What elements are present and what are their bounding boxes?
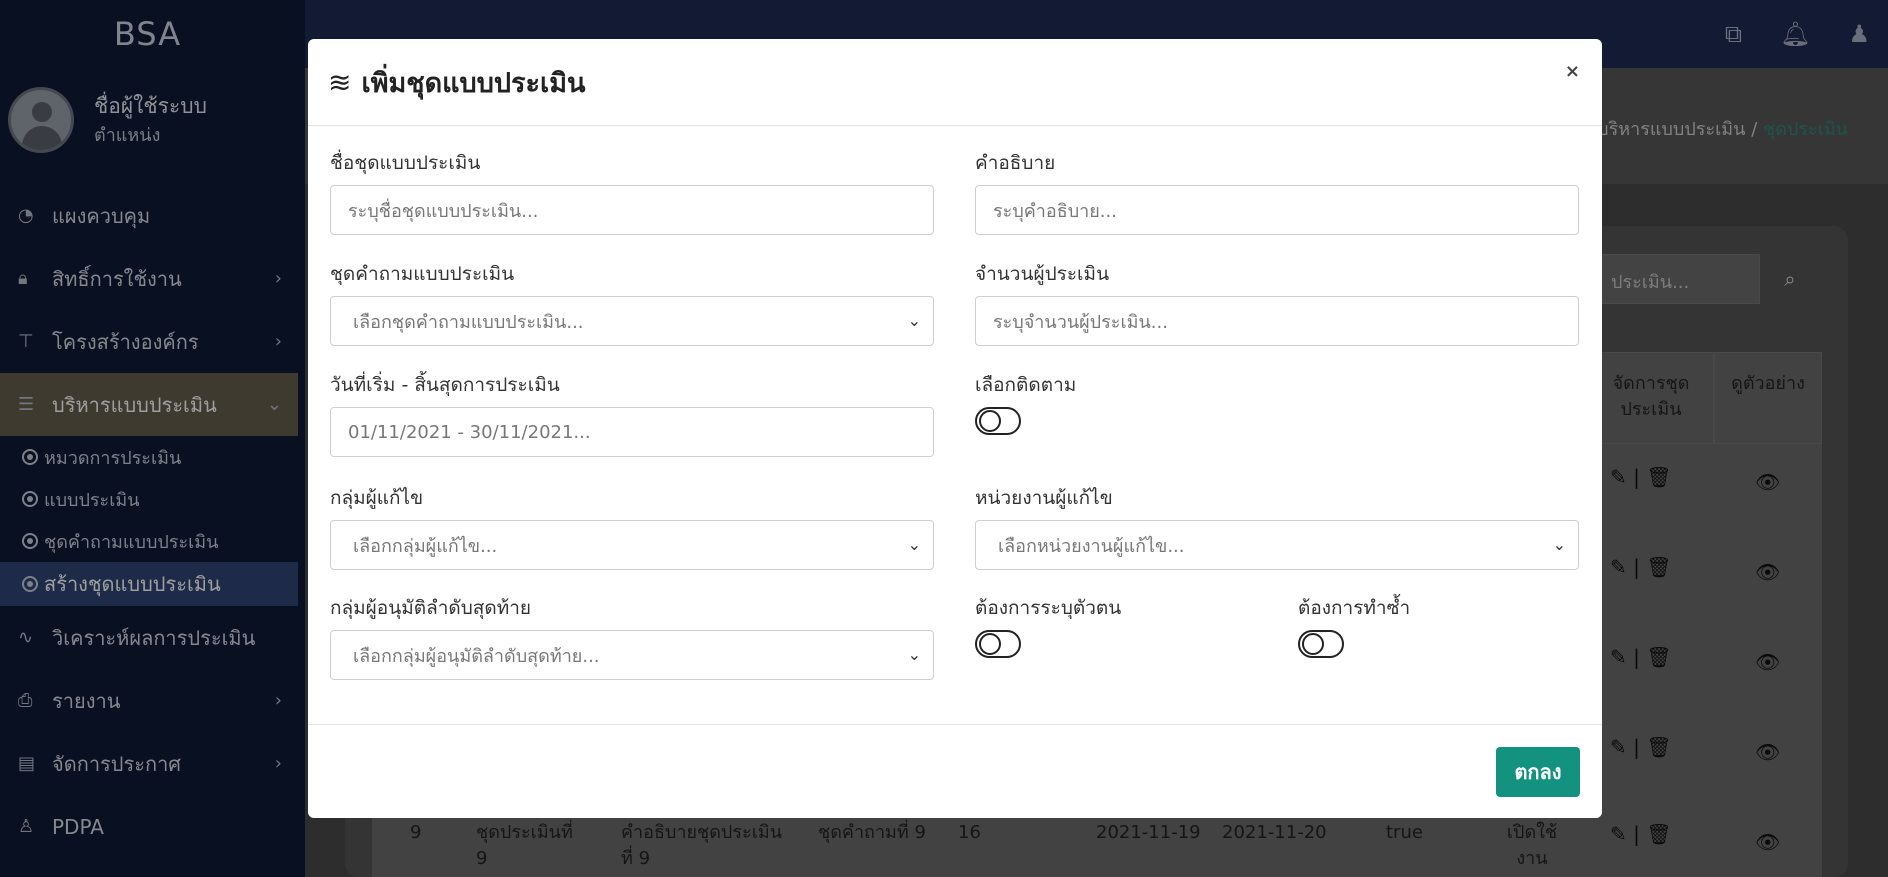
final-approver-select[interactable]: เลือกกลุ่มผู้อนุมัติลำดับสุดท้าย... ⌄ [330, 630, 934, 680]
chevron-down-icon: ⌄ [907, 311, 921, 330]
field-label: คำอธิบาย [975, 152, 1056, 174]
field-label: เลือกติดตาม [975, 374, 1077, 396]
field-group-identify: ต้องการระบุตัวตน [975, 593, 1255, 658]
select-value: เลือกหน่วยงานผู้แก้ไข... [998, 535, 1185, 557]
close-button[interactable]: × [1565, 61, 1580, 82]
chevron-down-icon: ⌄ [1552, 535, 1566, 554]
chevron-down-icon: ⌄ [907, 645, 921, 664]
date-range-input[interactable]: 01/11/2021 - 30/11/2021... [330, 407, 934, 457]
select-value: เลือกชุดคำถามแบบประเมิน... [353, 311, 584, 333]
field-group-follow: เลือกติดตาม [975, 370, 1579, 435]
ok-button[interactable]: ตกลง [1496, 747, 1580, 797]
assessment-name-input[interactable]: ระบุชื่อชุดแบบประเมิน... [330, 185, 934, 235]
select-value: เลือกกลุ่มผู้แก้ไข... [353, 535, 498, 557]
add-assessment-set-modal: ≋ เพิ่มชุดแบบประเมิน × ชื่อชุดแบบประเมิน… [308, 39, 1602, 818]
field-group-qset: ชุดคำถามแบบประเมิน เลือกชุดคำถามแบบประเม… [330, 259, 934, 346]
modal-footer [308, 724, 1602, 725]
editor-unit-select[interactable]: เลือกหน่วยงานผู้แก้ไข... ⌄ [975, 520, 1579, 570]
field-group-approver: กลุ่มผู้อนุมัติลำดับสุดท้าย เลือกกลุ่มผู… [330, 593, 934, 680]
assessor-count-input[interactable]: ระบุจำนวนผู้ประเมิน... [975, 296, 1579, 346]
chevron-down-icon: ⌄ [907, 535, 921, 554]
field-group-editor-unit: หน่วยงานผู้แก้ไข เลือกหน่วยงานผู้แก้ไข..… [975, 483, 1579, 570]
field-group-repeat: ต้องการทำซ้ำ [1298, 593, 1578, 658]
repeat-toggle[interactable] [1298, 630, 1344, 658]
field-label: ต้องการทำซ้ำ [1298, 597, 1411, 619]
field-group-count: จำนวนผู้ประเมิน ระบุจำนวนผู้ประเมิน... [975, 259, 1579, 346]
modal-title: เพิ่มชุดแบบประเมิน [361, 67, 586, 99]
layer-group-icon: ≋ [328, 65, 352, 99]
editor-group-select[interactable]: เลือกกลุ่มผู้แก้ไข... ⌄ [330, 520, 934, 570]
field-group-desc: คำอธิบาย ระบุคำอธิบาย... [975, 148, 1579, 235]
field-label: วันที่เริ่ม - สิ้นสุดการประเมิน [330, 374, 560, 396]
identify-toggle[interactable] [975, 630, 1021, 658]
select-value: เลือกกลุ่มผู้อนุมัติลำดับสุดท้าย... [353, 645, 600, 667]
field-label: ชุดคำถามแบบประเมิน [330, 263, 515, 285]
field-group-editor-group: กลุ่มผู้แก้ไข เลือกกลุ่มผู้แก้ไข... ⌄ [330, 483, 934, 570]
field-label: ต้องการระบุตัวตน [975, 597, 1122, 619]
field-label: หน่วยงานผู้แก้ไข [975, 487, 1113, 509]
field-label: กลุ่มผู้อนุมัติลำดับสุดท้าย [330, 597, 532, 619]
field-group-name: ชื่อชุดแบบประเมิน ระบุชื่อชุดแบบประเมิน.… [330, 148, 934, 235]
modal-header: ≋ เพิ่มชุดแบบประเมิน [308, 39, 1602, 126]
field-label: จำนวนผู้ประเมิน [975, 263, 1110, 285]
field-label: กลุ่มผู้แก้ไข [330, 487, 424, 509]
description-input[interactable]: ระบุคำอธิบาย... [975, 185, 1579, 235]
question-set-select[interactable]: เลือกชุดคำถามแบบประเมิน... ⌄ [330, 296, 934, 346]
field-group-daterange: วันที่เริ่ม - สิ้นสุดการประเมิน 01/11/20… [330, 370, 934, 457]
field-label: ชื่อชุดแบบประเมิน [330, 152, 481, 174]
follow-toggle[interactable] [975, 407, 1021, 435]
